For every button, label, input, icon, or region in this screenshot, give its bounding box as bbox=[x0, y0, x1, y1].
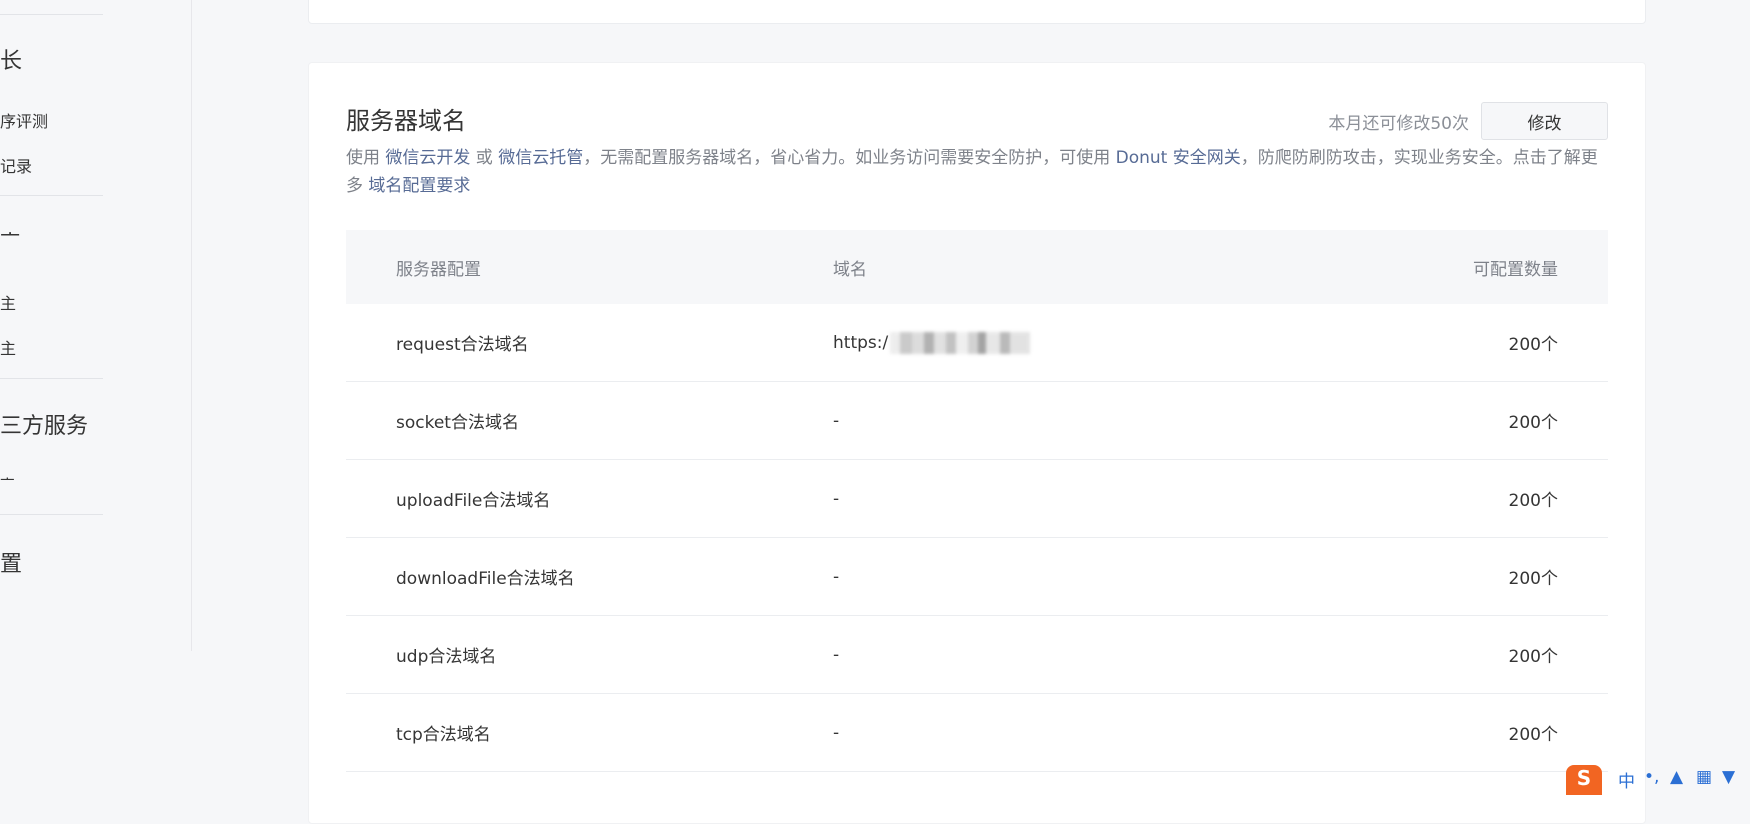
sidebar-item-records[interactable]: 记录 bbox=[0, 153, 32, 177]
sidebar-divider bbox=[0, 14, 103, 15]
table-row: downloadFile合法域名 - 200个 bbox=[346, 538, 1608, 616]
sidebar-divider bbox=[0, 514, 103, 515]
wechat-cloud-dev-link[interactable]: 微信云开发 bbox=[385, 148, 470, 168]
sidebar-section-settings: 置 bbox=[0, 552, 23, 577]
table-row: uploadFile合法域名 - 200个 bbox=[346, 460, 1608, 538]
ime-language-indicator[interactable]: 中 bbox=[1618, 767, 1635, 792]
cell-domain: - bbox=[833, 488, 840, 509]
ime-keyboard-icon[interactable]: ▦ bbox=[1696, 767, 1712, 787]
column-header-config: 服务器配置 bbox=[396, 259, 481, 280]
cell-config: socket合法域名 bbox=[396, 413, 519, 433]
table-row: udp合法域名 - 200个 bbox=[346, 616, 1608, 694]
sidebar-section-title: 长 bbox=[0, 49, 23, 74]
ime-logo-icon[interactable]: S bbox=[1566, 765, 1602, 795]
cell-domain: https:/ bbox=[833, 304, 1031, 381]
ime-punctuation-icon[interactable]: •, bbox=[1644, 767, 1659, 787]
ime-skin-icon[interactable]: ▼ bbox=[1722, 767, 1735, 787]
sidebar-item-evaluation[interactable]: 序评测 bbox=[0, 108, 48, 132]
previous-card bbox=[308, 0, 1646, 24]
cell-config: tcp合法域名 bbox=[396, 725, 491, 745]
sidebar-section-title: ᅩ bbox=[0, 224, 21, 249]
domain-value: https:/ bbox=[833, 332, 889, 353]
sidebar-section-third-party: 三方服务 bbox=[0, 414, 89, 439]
cell-count: 200个 bbox=[1508, 491, 1558, 511]
card-title: 服务器域名 bbox=[346, 107, 466, 135]
cell-count: 200个 bbox=[1508, 725, 1558, 745]
sidebar: 长 序评测 记录 ᅩ 主 主 三方服务 ᅩ 置 bbox=[0, 0, 192, 651]
sidebar-item-third-party[interactable]: ᅩ bbox=[0, 466, 15, 490]
desc-text: ，无需配置服务器域名，省心省力。如业务访问需要安全防护，可使用 bbox=[583, 148, 1116, 168]
cell-count: 200个 bbox=[1508, 647, 1558, 667]
remaining-modifications: 本月还可修改50次 bbox=[1328, 114, 1469, 134]
sidebar-divider bbox=[0, 195, 103, 196]
sidebar-item-main-1[interactable]: 主 bbox=[0, 290, 16, 314]
table-row: request合法域名 https:/ 200个 bbox=[346, 304, 1608, 382]
donut-gateway-link[interactable]: Donut 安全网关 bbox=[1116, 148, 1241, 168]
server-domain-card: 服务器域名 本月还可修改50次 修改 使用 微信云开发 或 微信云托管，无需配置… bbox=[308, 62, 1646, 824]
modify-button[interactable]: 修改 bbox=[1481, 102, 1608, 140]
cell-config: downloadFile合法域名 bbox=[396, 569, 575, 589]
sidebar-item-main-2[interactable]: 主 bbox=[0, 335, 16, 359]
column-header-count: 可配置数量 bbox=[1473, 259, 1558, 280]
wechat-cloud-hosting-link[interactable]: 微信云托管 bbox=[498, 148, 583, 168]
domain-requirements-link[interactable]: 域名配置要求 bbox=[368, 176, 470, 196]
cell-config: udp合法域名 bbox=[396, 647, 497, 667]
cell-count: 200个 bbox=[1508, 335, 1558, 355]
cell-domain: - bbox=[833, 722, 840, 743]
domain-table: 服务器配置 域名 可配置数量 request合法域名 https:/ 200个 … bbox=[346, 230, 1608, 772]
table-row: socket合法域名 - 200个 bbox=[346, 382, 1608, 460]
cell-domain: - bbox=[833, 410, 840, 431]
cell-domain: - bbox=[833, 566, 840, 587]
table-header: 服务器配置 域名 可配置数量 bbox=[346, 230, 1608, 304]
cell-domain: - bbox=[833, 644, 840, 665]
desc-text: 使用 bbox=[346, 148, 386, 168]
sidebar-divider bbox=[0, 378, 103, 379]
redacted-domain bbox=[890, 331, 1031, 354]
column-header-domain: 域名 bbox=[833, 259, 867, 280]
card-description: 使用 微信云开发 或 微信云托管，无需配置服务器域名，省心省力。如业务访问需要安… bbox=[346, 144, 1608, 200]
cell-config: request合法域名 bbox=[396, 335, 529, 355]
cell-count: 200个 bbox=[1508, 413, 1558, 433]
ime-toolbar[interactable]: S 中 •, ▲ ▦ ▼ bbox=[1566, 765, 1750, 795]
cell-count: 200个 bbox=[1508, 569, 1558, 589]
ime-microphone-icon[interactable]: ▲ bbox=[1670, 767, 1683, 787]
cell-config: uploadFile合法域名 bbox=[396, 491, 551, 511]
table-row: tcp合法域名 - 200个 bbox=[346, 694, 1608, 772]
desc-text: 或 bbox=[470, 148, 499, 168]
